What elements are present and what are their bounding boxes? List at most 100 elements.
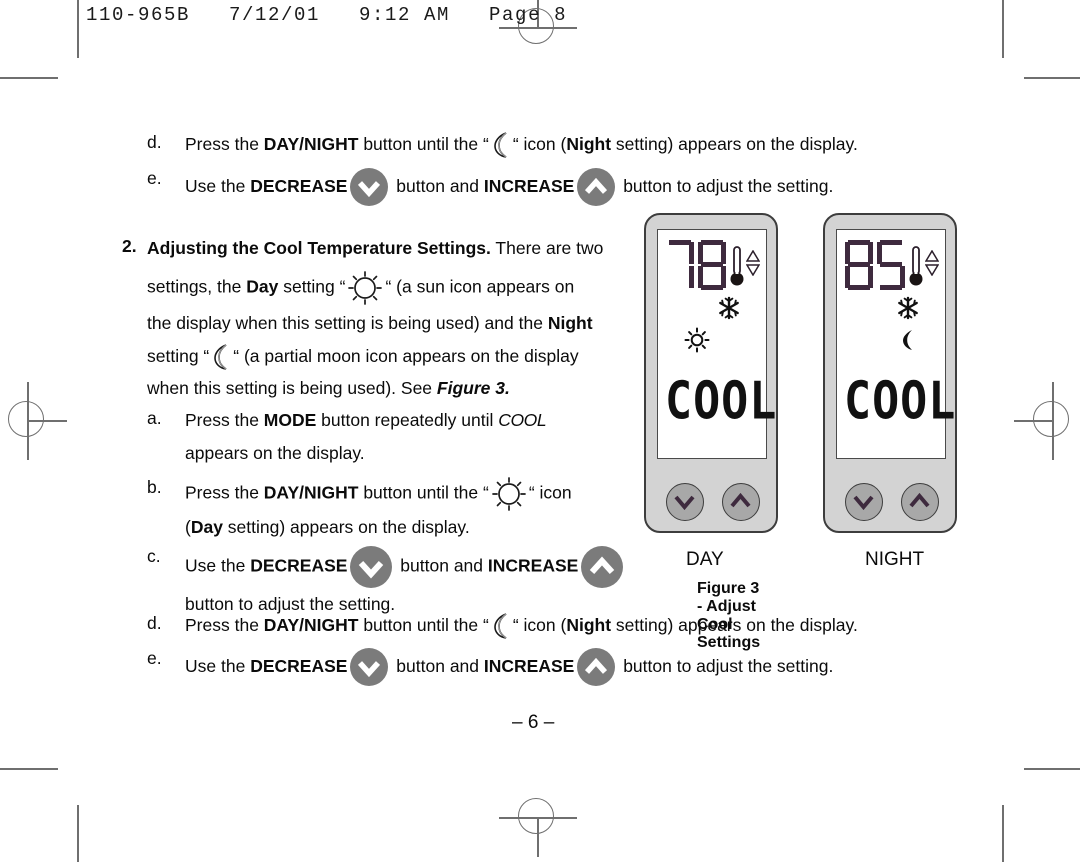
text-fragment: “ icon ( bbox=[512, 615, 567, 635]
decrease-chevron-down-icon[interactable] bbox=[350, 168, 389, 206]
list-marker-e-top: e. bbox=[147, 168, 162, 188]
text-fragment: “ icon ( bbox=[512, 134, 567, 154]
up-down-arrows-icon bbox=[924, 249, 940, 281]
snowflake-icon bbox=[717, 296, 741, 325]
text-bold-increase: INCREASE bbox=[483, 175, 575, 196]
instruction-e-bottom: Use the DECREASE button and INCREASE but… bbox=[185, 648, 833, 686]
text-fragment: button until the “ bbox=[358, 134, 489, 154]
text-fragment: setting) appears on the display. bbox=[611, 134, 858, 154]
text-fragment: setting “ bbox=[278, 276, 346, 297]
up-down-arrows-icon bbox=[745, 249, 761, 281]
text-bold-day: Day bbox=[246, 276, 279, 297]
text-bold-decrease: DECREASE bbox=[250, 555, 348, 576]
instruction-c: Use the DECREASE button and INCREASE but… bbox=[185, 546, 626, 617]
increase-chevron-up-icon[interactable] bbox=[581, 546, 624, 588]
lcd-screen-day: COOL bbox=[657, 229, 776, 459]
moon-icon bbox=[490, 132, 512, 159]
text-fragment: button to adjust the setting. bbox=[618, 655, 834, 676]
text-fragment: button until the “ bbox=[358, 482, 489, 503]
instruction-e-top: Use the DECREASE button and INCREASE but… bbox=[185, 168, 833, 206]
instruction-d-top: Press the DAY/NIGHT button until the “ “ … bbox=[185, 132, 858, 159]
sun-icon bbox=[346, 270, 384, 305]
device-increase-button-day[interactable] bbox=[722, 483, 760, 521]
device-decrease-button-night[interactable] bbox=[845, 483, 883, 521]
list-marker-b: b. bbox=[147, 477, 162, 497]
text-fragment: when this setting is being used). See bbox=[147, 378, 437, 399]
text-bold-night: Night bbox=[547, 312, 593, 333]
text-bold-increase: INCREASE bbox=[487, 555, 579, 576]
seven-segment-digit bbox=[698, 240, 726, 290]
thermometer-icon bbox=[909, 246, 923, 293]
decrease-chevron-down-icon[interactable] bbox=[350, 546, 393, 588]
text-bold-night: Night bbox=[566, 134, 612, 154]
text-fragment: “ (a sun icon appears on bbox=[385, 276, 575, 297]
text-fragment: There are two bbox=[490, 238, 604, 258]
lcd-mode-word-night: COOL bbox=[844, 370, 957, 431]
text-bold-mode: MODE bbox=[263, 410, 317, 430]
device-decrease-button-day[interactable] bbox=[666, 483, 704, 521]
text-bold-daynight: DAY/NIGHT bbox=[263, 134, 359, 154]
lcd-temperature-night bbox=[845, 240, 909, 290]
section-2-paragraph: Adjusting the Cool Temperature Settings.… bbox=[147, 236, 617, 401]
text-fragment: button until the “ bbox=[358, 615, 489, 635]
instruction-b: Press the DAY/NIGHT button until the “ “ … bbox=[185, 477, 572, 540]
text-fragment: button and bbox=[391, 175, 484, 196]
figure-reference: Figure 3. bbox=[436, 378, 510, 399]
decrease-chevron-down-icon[interactable] bbox=[350, 648, 389, 686]
text-fragment: Press the bbox=[185, 134, 264, 154]
figure-label-day: DAY bbox=[686, 549, 724, 570]
thermometer-icon bbox=[730, 246, 744, 293]
thermostat-device-day: COOL bbox=[644, 213, 778, 533]
figure-label-night: NIGHT bbox=[865, 549, 925, 570]
text-fragment: Use the bbox=[185, 555, 251, 576]
instruction-a-line2: appears on the display. bbox=[185, 442, 365, 463]
text-fragment: Use the bbox=[185, 175, 251, 196]
text-fragment: “ icon bbox=[528, 482, 572, 503]
text-bold-increase: INCREASE bbox=[483, 655, 575, 676]
section-2-title: Adjusting the Cool Temperature Settings. bbox=[147, 238, 491, 258]
text-bold-decrease: DECREASE bbox=[250, 175, 348, 196]
text-bold-day: Day bbox=[190, 517, 223, 537]
text-fragment: button and bbox=[391, 655, 484, 676]
seven-segment-digit bbox=[877, 240, 905, 290]
text-fragment: setting “ bbox=[147, 345, 210, 366]
snowflake-icon bbox=[896, 296, 920, 325]
list-marker-e-bottom: e. bbox=[147, 648, 162, 668]
text-bold-decrease: DECREASE bbox=[250, 655, 348, 676]
list-marker-d-top: d. bbox=[147, 132, 162, 152]
text-bold-daynight: DAY/NIGHT bbox=[263, 615, 359, 635]
text-fragment: button repeatedly until bbox=[316, 410, 499, 430]
increase-chevron-up-icon[interactable] bbox=[577, 648, 616, 686]
text-bold-daynight: DAY/NIGHT bbox=[263, 482, 359, 503]
page-number: – 6 – bbox=[512, 712, 555, 733]
text-fragment: Press the bbox=[185, 482, 264, 503]
instruction-a: Press the MODE button repeatedly until C… bbox=[185, 408, 547, 466]
text-fragment: setting) appears on the display. bbox=[222, 517, 470, 537]
sun-icon bbox=[490, 477, 528, 511]
list-marker-d-bottom: d. bbox=[147, 613, 162, 633]
sun-icon bbox=[684, 327, 710, 358]
text-fragment: Press the bbox=[185, 410, 264, 430]
lcd-mode-word-day: COOL bbox=[665, 370, 778, 431]
text-fragment: Use the bbox=[185, 655, 251, 676]
text-fragment: “ (a partial moon icon appears on the di… bbox=[233, 345, 579, 366]
moon-icon bbox=[210, 344, 232, 370]
text-fragment: Press the bbox=[185, 615, 264, 635]
text-fragment: button and bbox=[395, 555, 488, 576]
device-increase-button-night[interactable] bbox=[901, 483, 939, 521]
thermostat-device-night: COOL bbox=[823, 213, 957, 533]
lcd-temperature-day bbox=[666, 240, 730, 290]
increase-chevron-up-icon[interactable] bbox=[577, 168, 616, 206]
page-content: d. Press the DAY/NIGHT button until the … bbox=[0, 0, 1080, 862]
moon-icon bbox=[900, 329, 916, 356]
figure-caption: Figure 3 - Adjust Cool Settings bbox=[697, 580, 761, 651]
lcd-screen-night: COOL bbox=[836, 229, 955, 459]
moon-icon bbox=[490, 613, 512, 640]
list-marker-2: 2. bbox=[122, 236, 137, 256]
list-marker-c: c. bbox=[147, 546, 161, 566]
seven-segment-digit bbox=[666, 240, 694, 290]
text-fragment: settings, the bbox=[147, 276, 247, 297]
text-bold-night: Night bbox=[566, 615, 612, 635]
display-word-cool: COOL bbox=[498, 410, 547, 430]
text-fragment: button to adjust the setting. bbox=[618, 175, 834, 196]
